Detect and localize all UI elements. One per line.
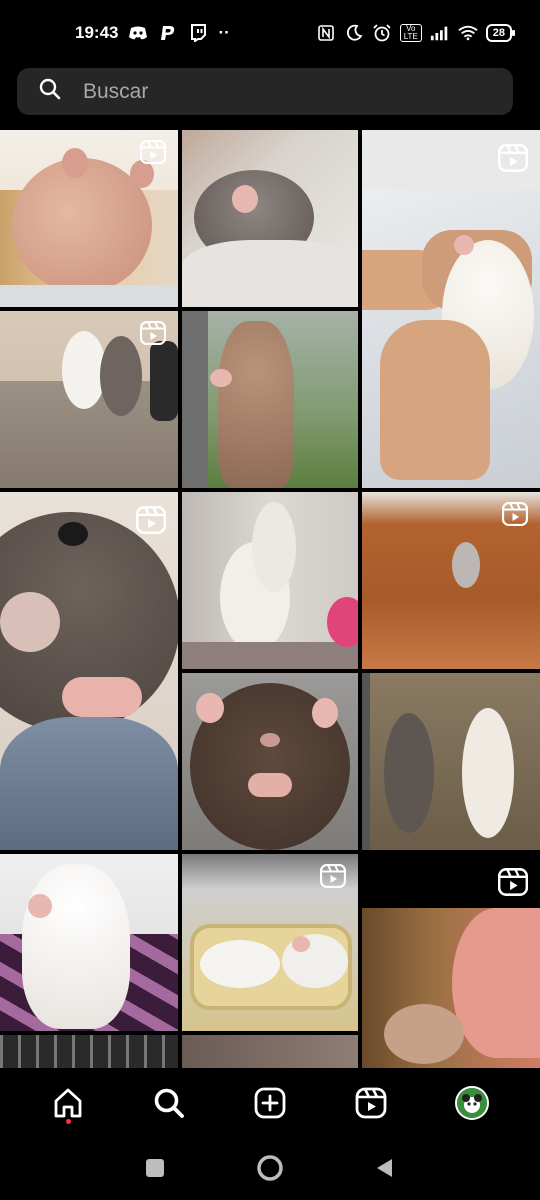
- alarm-icon: [372, 23, 392, 43]
- signal-strength-icon: [430, 23, 450, 43]
- volte-badge: Vo LTE: [399, 24, 422, 42]
- home-icon: [54, 1088, 82, 1118]
- tile-brown-rat-front[interactable]: [182, 673, 358, 850]
- reels-icon: [140, 321, 166, 345]
- tile-two-rats-cage[interactable]: [362, 673, 540, 850]
- reels-icon: [140, 140, 166, 164]
- tile-rat-wood-floor[interactable]: [362, 492, 540, 669]
- tile-rat-window[interactable]: [182, 311, 358, 488]
- add-post-icon: [254, 1087, 286, 1119]
- tile-rats-basket[interactable]: [182, 854, 358, 1031]
- tile-white-rat-hand[interactable]: [362, 130, 540, 488]
- search-icon: [39, 78, 61, 105]
- tile-rat-face-closeup[interactable]: [362, 854, 540, 1068]
- profile-avatar: [454, 1086, 489, 1120]
- tile-white-rats-corner[interactable]: [182, 492, 358, 669]
- reels-icon: [498, 144, 528, 172]
- more-notifications-indicator: ··: [218, 23, 230, 42]
- status-time: 19:43: [75, 23, 119, 42]
- explore-grid: [0, 130, 540, 1068]
- tile-rat-closeup[interactable]: [0, 492, 178, 850]
- nav-search[interactable]: [142, 1076, 196, 1130]
- wifi-icon: [458, 23, 478, 43]
- search-input[interactable]: Buscar: [17, 68, 513, 115]
- nav-reels[interactable]: [344, 1076, 398, 1130]
- reels-icon: [355, 1087, 387, 1119]
- tile-white-rat-bed[interactable]: [0, 854, 178, 1031]
- reels-icon: [498, 868, 528, 896]
- nav-home[interactable]: [41, 1076, 95, 1130]
- tile-two-rats-bed[interactable]: [0, 311, 178, 488]
- home-button[interactable]: [256, 1154, 284, 1182]
- nfc-icon: [316, 23, 336, 43]
- tile-rat-partial-1[interactable]: [0, 1035, 178, 1068]
- reels-icon: [320, 864, 346, 888]
- discord-icon: [128, 23, 148, 43]
- battery-indicator: 28: [485, 24, 516, 42]
- do-not-disturb-moon-icon: [344, 23, 364, 43]
- bottom-nav: [0, 1070, 540, 1136]
- nav-profile[interactable]: [445, 1076, 499, 1130]
- nav-create[interactable]: [243, 1076, 297, 1130]
- search-placeholder: Buscar: [83, 79, 149, 103]
- reels-icon: [502, 502, 528, 526]
- tile-rat-partial-2[interactable]: [182, 1035, 358, 1068]
- twitch-icon: [188, 23, 208, 43]
- reels-icon: [136, 506, 166, 534]
- notification-dot: [65, 1119, 71, 1124]
- system-navigation-bar: [0, 1136, 540, 1200]
- back-button[interactable]: [374, 1157, 396, 1179]
- tile-hairless-rat[interactable]: [0, 130, 178, 307]
- paypal-icon: [158, 23, 178, 43]
- recents-button[interactable]: [144, 1157, 166, 1179]
- search-icon: [154, 1088, 185, 1118]
- tile-gray-rat-blanket[interactable]: [182, 130, 358, 307]
- status-bar: 19:43 ·· Vo LTE 28: [0, 0, 540, 66]
